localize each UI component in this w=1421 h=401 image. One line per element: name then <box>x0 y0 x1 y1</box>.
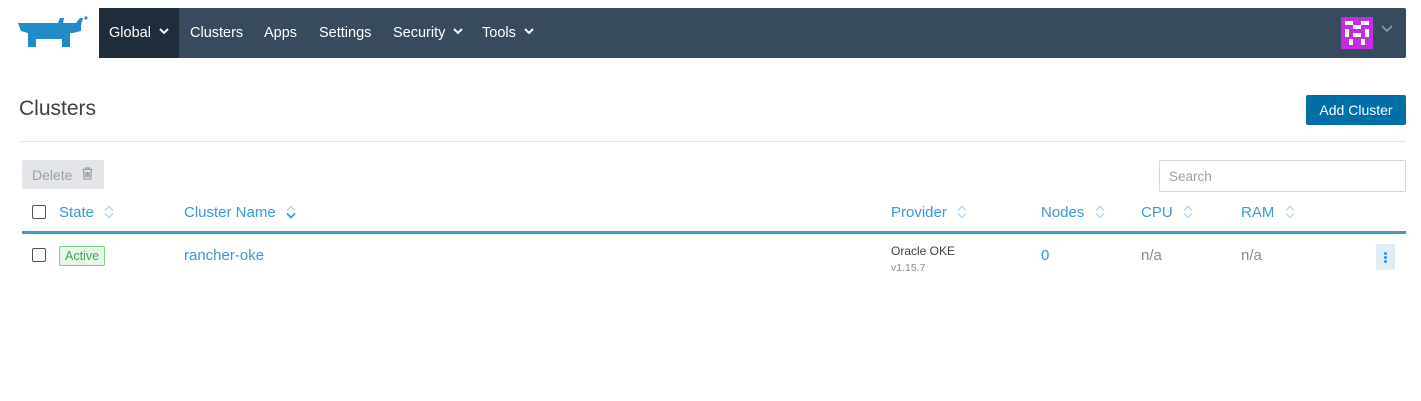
header-divider <box>19 141 1406 142</box>
delete-button[interactable]: Delete <box>22 160 104 189</box>
column-header-cpu[interactable]: CPU <box>1141 204 1193 221</box>
nav-tools-label: Tools <box>482 25 516 41</box>
nav-security[interactable]: Security <box>393 8 464 58</box>
row-checkbox[interactable] <box>32 248 46 262</box>
column-header-ram[interactable]: RAM <box>1241 204 1295 221</box>
nav-apps-label: Apps <box>264 25 298 41</box>
row-actions-menu-icon[interactable] <box>1376 244 1395 270</box>
column-header-nodes[interactable]: Nodes <box>1041 204 1105 221</box>
nav-global[interactable]: Global <box>99 8 179 58</box>
cluster-name-link[interactable]: rancher-oke <box>184 247 264 264</box>
nav-tools[interactable]: Tools <box>482 8 534 58</box>
nav-global-label: Global <box>109 25 151 41</box>
sort-icon <box>957 204 967 219</box>
sort-icon <box>1284 204 1295 219</box>
rancher-logo-icon[interactable] <box>14 12 90 52</box>
chevron-down-icon <box>453 28 464 35</box>
page-title: Clusters <box>19 97 97 120</box>
sort-icon <box>1183 204 1193 219</box>
nav-clusters[interactable]: Clusters <box>190 8 243 58</box>
top-navigation-bar: Global Clusters Apps Settings Security T… <box>99 8 1406 58</box>
column-header-ram-label: RAM <box>1241 204 1275 221</box>
column-header-cluster-name[interactable]: Cluster Name <box>184 204 296 221</box>
chevron-down-icon <box>524 28 534 35</box>
nav-clusters-label: Clusters <box>190 25 244 41</box>
status-badge: Active <box>59 246 106 266</box>
column-header-state-label: State <box>59 204 95 221</box>
ram-value: n/a <box>1241 247 1262 264</box>
column-header-nodes-label: Nodes <box>1041 204 1085 221</box>
provider-version: v1.15.7 <box>891 262 926 274</box>
table-header-divider <box>22 231 1406 234</box>
add-cluster-button[interactable]: Add Cluster <box>1306 95 1406 125</box>
delete-button-label: Delete <box>32 166 73 183</box>
nav-settings-label: Settings <box>319 25 372 41</box>
sort-descending-icon <box>286 204 296 219</box>
chevron-down-icon <box>159 28 169 35</box>
provider-name: Oracle OKE <box>891 244 956 258</box>
column-header-cluster-name-label: Cluster Name <box>184 204 276 221</box>
nodes-count-link[interactable]: 0 <box>1041 247 1049 264</box>
nav-settings[interactable]: Settings <box>319 8 371 58</box>
user-avatar-icon[interactable] <box>1341 17 1373 49</box>
nav-security-label: Security <box>393 25 446 41</box>
sort-icon <box>104 204 114 219</box>
sort-icon <box>1095 204 1105 219</box>
column-header-provider[interactable]: Provider <box>891 204 967 221</box>
chevron-down-icon[interactable] <box>1381 25 1393 33</box>
column-header-cpu-label: CPU <box>1141 204 1173 221</box>
nav-apps[interactable]: Apps <box>264 8 297 58</box>
select-all-checkbox[interactable] <box>32 205 46 219</box>
cpu-value: n/a <box>1141 247 1162 264</box>
search-input[interactable] <box>1159 160 1406 192</box>
column-header-provider-label: Provider <box>891 204 947 221</box>
trash-icon <box>82 167 93 180</box>
column-header-state[interactable]: State <box>59 204 114 221</box>
